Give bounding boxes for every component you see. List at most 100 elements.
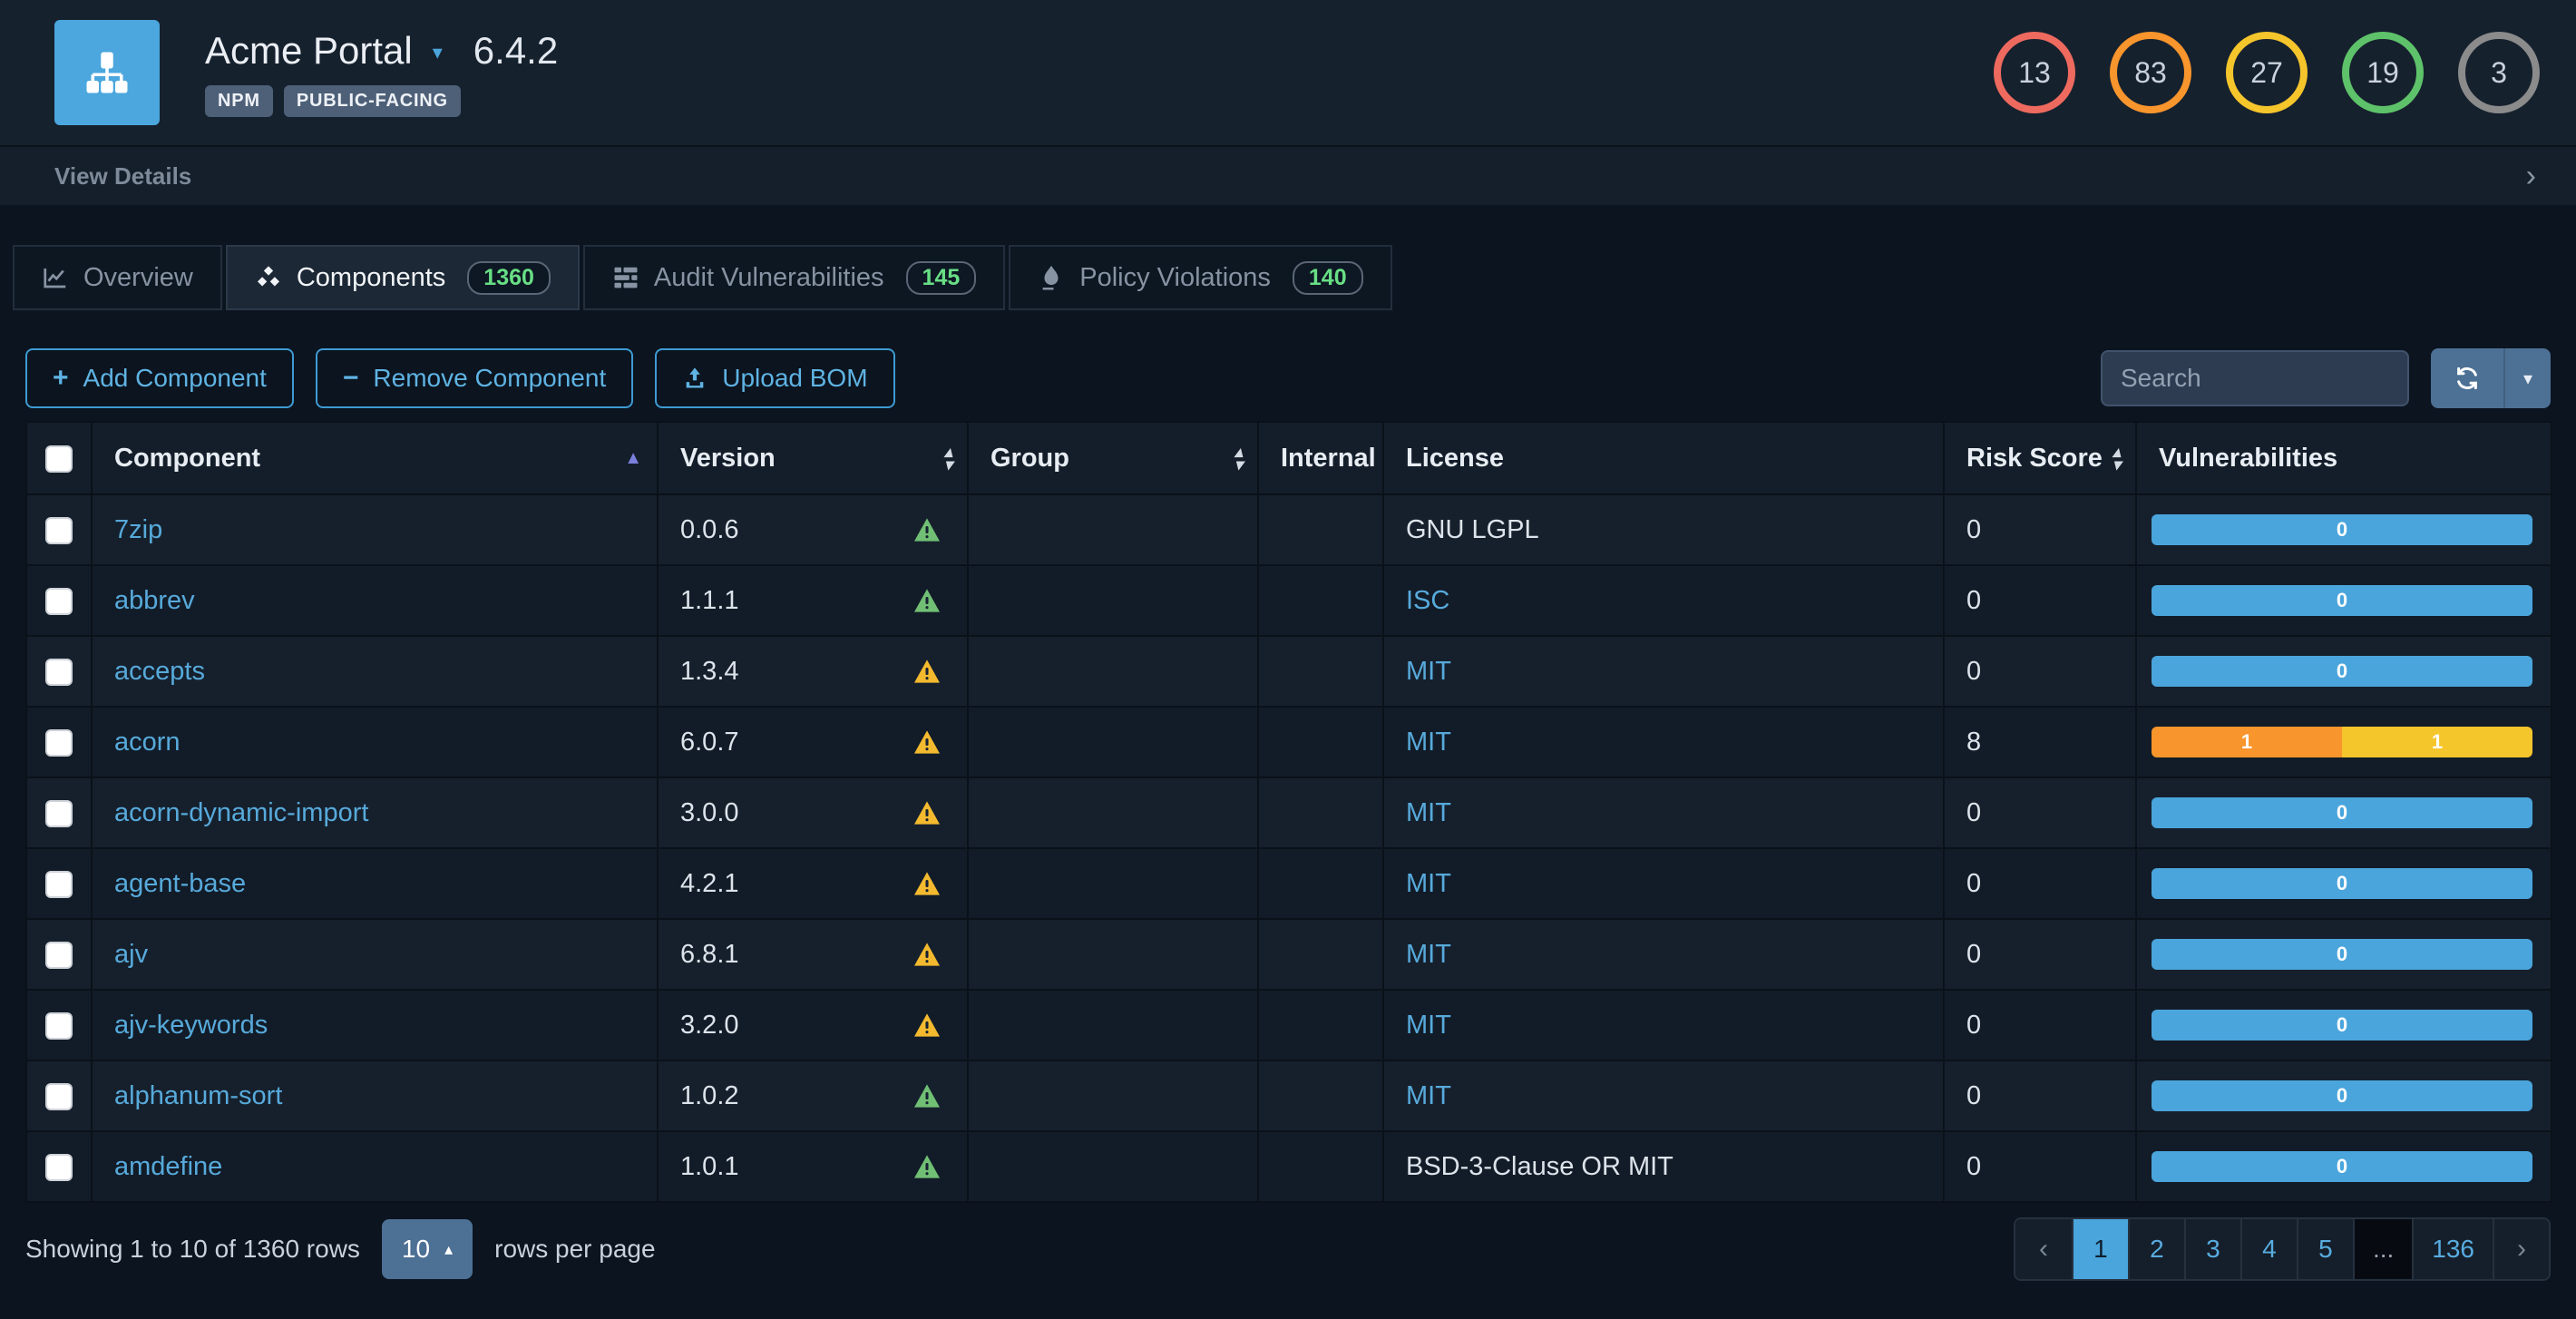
page-button[interactable]: 1 <box>2072 1219 2128 1279</box>
page-size-dropdown[interactable]: 10 ▴ <box>382 1219 473 1279</box>
vulnerability-bar: 0 <box>2152 868 2532 899</box>
column-header-vulnerabilities: Vulnerabilities <box>2136 422 2552 494</box>
column-header-component[interactable]: Component ▲ <box>92 422 658 494</box>
internal-cell <box>1258 636 1383 707</box>
page-button[interactable]: 3 <box>2184 1219 2240 1279</box>
vulnerability-bar: 0 <box>2152 1010 2532 1041</box>
severity-ring-critical: 13 <box>1994 32 2075 113</box>
group-cell <box>968 777 1258 848</box>
table-row: agent-base 4.2.1 MIT 0 0 <box>26 848 2552 919</box>
vulnerability-bar-segment: 0 <box>2152 939 2532 970</box>
tab-audit-vulnerabilities[interactable]: Audit Vulnerabilities 145 <box>583 245 1005 310</box>
version-status-icon <box>912 1152 942 1181</box>
tab-components[interactable]: Components 1360 <box>226 245 580 310</box>
stacked-list-icon <box>612 264 639 291</box>
remove-component-label: Remove Component <box>373 364 606 393</box>
row-checkbox[interactable] <box>45 729 73 757</box>
column-header-version[interactable]: Version ▴▾ <box>658 422 968 494</box>
refresh-button-group: ▾ <box>2431 348 2551 408</box>
column-label: Internal <box>1281 444 1376 474</box>
license-value[interactable]: MIT <box>1406 657 1451 686</box>
internal-cell <box>1258 565 1383 636</box>
view-details-toggle[interactable]: View Details › <box>0 145 2576 205</box>
column-label: Component <box>114 444 260 474</box>
tag-badge-npm: NPM <box>205 85 273 117</box>
search-input[interactable] <box>2101 350 2409 406</box>
severity-ring-low: 19 <box>2342 32 2424 113</box>
vulnerability-bar-segment: 1 <box>2152 727 2342 757</box>
row-checkbox[interactable] <box>45 659 73 686</box>
component-link[interactable]: alphanum-sort <box>114 1081 282 1110</box>
component-link[interactable]: acorn-dynamic-import <box>114 798 368 827</box>
component-link[interactable]: 7zip <box>114 515 162 544</box>
page-button[interactable]: 5 <box>2297 1219 2353 1279</box>
component-link[interactable]: amdefine <box>114 1152 222 1181</box>
table-row: ajv-keywords 3.2.0 MIT 0 0 <box>26 990 2552 1060</box>
pagination-ellipsis: ... <box>2353 1219 2412 1279</box>
page-button[interactable]: 4 <box>2240 1219 2297 1279</box>
row-checkbox[interactable] <box>45 942 73 969</box>
row-checkbox[interactable] <box>45 800 73 827</box>
upload-bom-button[interactable]: Upload BOM <box>655 348 894 408</box>
remove-component-button[interactable]: − Remove Component <box>316 348 633 408</box>
vulnerability-bar-segment: 0 <box>2152 514 2532 545</box>
component-link[interactable]: agent-base <box>114 869 246 898</box>
select-all-checkbox[interactable] <box>45 445 73 473</box>
components-count-badge: 1360 <box>467 261 551 295</box>
table-header-row: Component ▲ Version ▴▾ Group ▴▾ Internal <box>26 422 2552 494</box>
component-link[interactable]: accepts <box>114 657 205 686</box>
version-status-icon <box>912 515 942 544</box>
column-label: License <box>1406 444 1504 474</box>
license-value[interactable]: MIT <box>1406 728 1451 757</box>
sort-icon: ▴▾ <box>944 445 952 471</box>
license-value[interactable]: MIT <box>1406 1011 1451 1040</box>
low-count: 19 <box>2366 56 2399 90</box>
tab-overview[interactable]: Overview <box>13 245 222 310</box>
medium-count: 27 <box>2250 56 2283 90</box>
row-checkbox[interactable] <box>45 1012 73 1040</box>
group-cell <box>968 707 1258 777</box>
page-button[interactable]: 2 <box>2128 1219 2184 1279</box>
license-value[interactable]: MIT <box>1406 940 1451 969</box>
vulnerability-bar-segment: 0 <box>2152 797 2532 828</box>
refresh-button[interactable] <box>2431 348 2503 408</box>
license-value[interactable]: MIT <box>1406 869 1451 898</box>
component-link[interactable]: acorn <box>114 728 181 757</box>
version-value: 3.2.0 <box>680 1011 739 1041</box>
row-checkbox[interactable] <box>45 1154 73 1181</box>
minus-icon: − <box>343 365 359 392</box>
column-header-group[interactable]: Group ▴▾ <box>968 422 1258 494</box>
license-value: GNU LGPL <box>1406 515 1539 544</box>
license-value[interactable]: MIT <box>1406 1081 1451 1110</box>
row-checkbox[interactable] <box>45 871 73 898</box>
pagination: ‹12345...136› <box>2014 1217 2551 1281</box>
column-header-risk-score[interactable]: Risk Score ▴▾ <box>1944 422 2136 494</box>
license-value[interactable]: MIT <box>1406 798 1451 827</box>
vulnerability-bar-segment: 0 <box>2152 656 2532 687</box>
pagination-prev-button[interactable]: ‹ <box>2015 1219 2072 1279</box>
row-checkbox[interactable] <box>45 1083 73 1110</box>
table-row: ajv 6.8.1 MIT 0 0 <box>26 919 2552 990</box>
tab-policy-violations[interactable]: Policy Violations 140 <box>1009 245 1391 310</box>
vulnerability-bar: 0 <box>2152 1080 2532 1111</box>
component-link[interactable]: ajv-keywords <box>114 1011 268 1040</box>
row-checkbox[interactable] <box>45 588 73 615</box>
license-value[interactable]: ISC <box>1406 586 1449 615</box>
page-button[interactable]: 136 <box>2412 1219 2493 1279</box>
table-footer: Showing 1 to 10 of 1360 rows 10 ▴ rows p… <box>25 1217 2551 1281</box>
component-link[interactable]: ajv <box>114 940 148 969</box>
vulnerability-bar: 0 <box>2152 939 2532 970</box>
add-component-button[interactable]: + Add Component <box>25 348 294 408</box>
pagination-next-button[interactable]: › <box>2493 1219 2549 1279</box>
project-logo <box>54 20 160 125</box>
tab-label: Overview <box>83 263 193 293</box>
risk-score-value: 8 <box>1944 707 2136 777</box>
row-checkbox[interactable] <box>45 517 73 544</box>
risk-score-value: 0 <box>1944 848 2136 919</box>
version-value: 3.0.0 <box>680 798 739 828</box>
project-switcher-caret-icon[interactable]: ▾ <box>433 41 443 64</box>
table-options-dropdown-button[interactable]: ▾ <box>2503 348 2551 408</box>
group-cell <box>968 1060 1258 1131</box>
component-link[interactable]: abbrev <box>114 586 195 615</box>
vulnerability-bar-segment: 0 <box>2152 1080 2532 1111</box>
